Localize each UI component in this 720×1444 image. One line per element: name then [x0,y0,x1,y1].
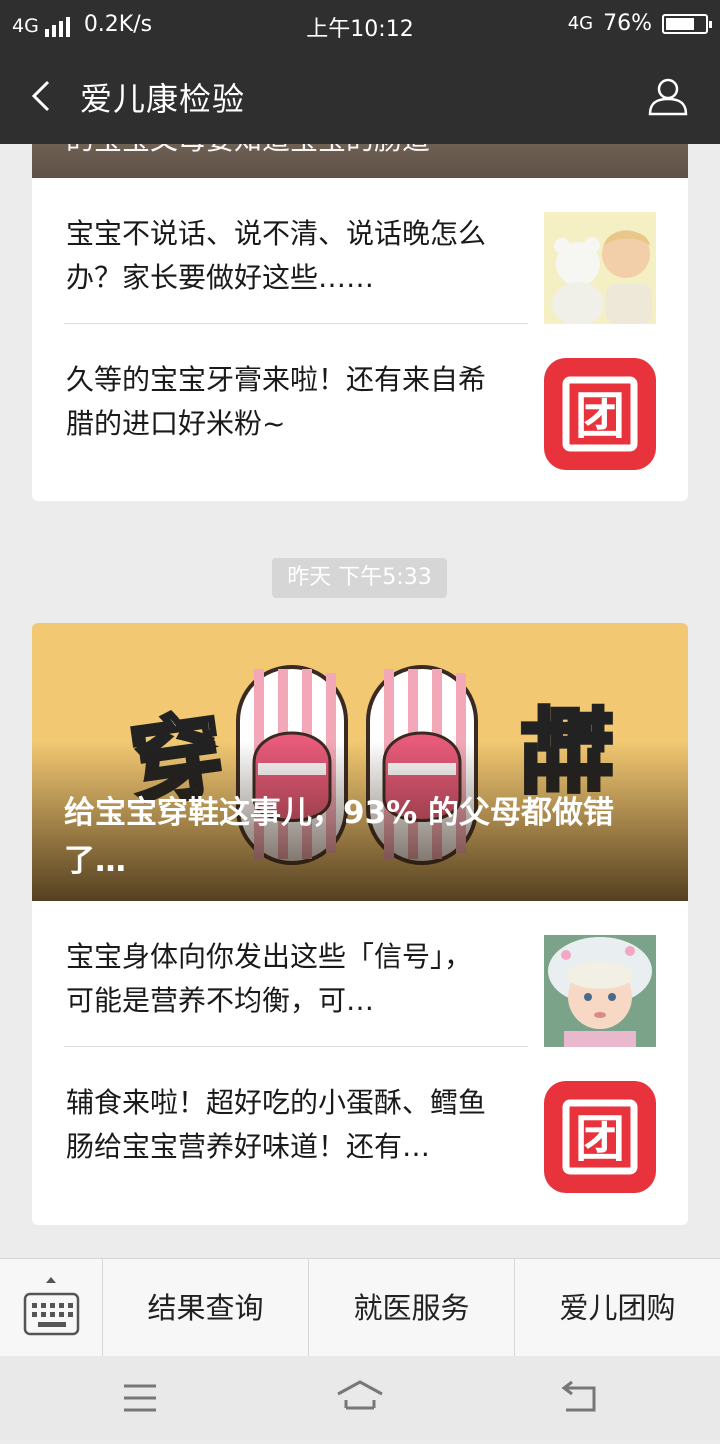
status-bar: 4G 0.2K/s 上午10:12 4G 76% [0,0,720,50]
article-item[interactable]: 久等的宝宝牙膏来啦！还有来自希腊的进口好米粉~ 团 [32,324,688,470]
cover-title: 给宝宝穿鞋这事儿，93% 的父母都做错了… [64,795,614,879]
bottom-menu: 结果查询 就医服务 爱儿团购 [0,1258,720,1357]
article-title: 宝宝不说话、说不清、说话晚怎么办？家长要做好这些…… [66,217,487,294]
tuan-char: 团 [575,1110,625,1168]
keyboard-toggle[interactable] [0,1259,103,1357]
chevron-left-icon[interactable] [22,76,62,116]
page-title: 爱儿康检验 [80,80,246,118]
nav-bar: 爱儿康检验 [0,50,720,144]
article-item[interactable]: 辅食来啦！超好吃的小蛋酥、鳕鱼肠给宝宝营养好味道！还有… 团 [32,1047,688,1193]
article-title: 久等的宝宝牙膏来啦！还有来自希腊的进口好米粉~ [66,363,487,440]
article-title: 宝宝身体向你发出这些「信号」，可能是营养不均衡，可… [66,940,473,1017]
tuan-logo: 团 [544,1081,656,1193]
status-right: 4G 76% [567,11,712,36]
menu-medical-service[interactable]: 就医服务 [309,1259,515,1357]
system-nav-bar [0,1356,720,1440]
article-card[interactable]: 穿 鞋 给宝宝穿鞋这事儿，93% 的父母都做错了… 宝宝身体向你发出这些「信号」… [32,623,688,1225]
menu-group-buy[interactable]: 爱儿团购 [515,1259,720,1357]
baby-with-bear-photo [544,212,656,324]
article-item[interactable]: 宝宝不说话、说不清、说话晚怎么办？家长要做好这些…… [32,178,688,324]
tuan-char: 团 [575,387,625,445]
home-icon[interactable] [337,1380,383,1410]
article-item[interactable]: 宝宝身体向你发出这些「信号」，可能是营养不均衡，可… [32,901,688,1047]
keyboard-icon [23,1277,80,1336]
article-cover[interactable]: 穿 鞋 给宝宝穿鞋这事儿，93% 的父母都做错了… [32,623,688,901]
battery-fill [666,17,694,30]
battery-percent: 76% [603,11,652,36]
message-timestamp: 昨天 下午5:33 [272,558,447,598]
menu-icon[interactable] [124,1384,156,1412]
battery-icon [662,13,712,34]
toddler-girl-photo [544,935,656,1047]
user-icon[interactable] [646,74,690,118]
article-card[interactable]: 的宝宝父母要知道宝宝的肠道 宝宝不说话、说不清、说话晚怎么办？家长要做好这些……… [32,144,688,501]
tuan-logo: 团 [544,358,656,470]
article-title: 辅食来啦！超好吃的小蛋酥、鳕鱼肠给宝宝营养好味道！还有… [66,1086,487,1163]
back-nav-icon[interactable] [561,1380,596,1412]
system-nav-icons [124,1380,596,1412]
network-type-right: 4G [567,13,594,34]
menu-result-query[interactable]: 结果查询 [103,1259,309,1357]
cover-title: 的宝宝父母要知道宝宝的肠道 [66,144,430,158]
message-feed[interactable]: 的宝宝父母要知道宝宝的肠道 宝宝不说话、说不清、说话晚怎么办？家长要做好这些……… [0,144,720,1258]
article-cover[interactable]: 的宝宝父母要知道宝宝的肠道 [32,144,688,178]
